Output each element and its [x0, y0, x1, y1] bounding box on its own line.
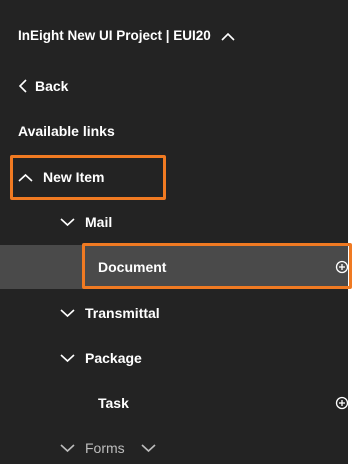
navigation-panel: InEight New UI Project | EUI20 Back Avai…: [0, 0, 348, 464]
back-label: Back: [35, 78, 69, 94]
nav-item-new-item[interactable]: New Item: [0, 155, 348, 199]
chevron-down-icon[interactable]: [60, 217, 75, 227]
nav-item-label: Forms: [85, 440, 125, 456]
project-header[interactable]: InEight New UI Project | EUI20: [0, 14, 348, 58]
nav-item-package[interactable]: Package: [0, 336, 348, 380]
project-title: InEight New UI Project | EUI20: [18, 28, 211, 44]
chevron-up-icon[interactable]: [221, 32, 235, 41]
chevron-down-icon[interactable]: [60, 353, 75, 363]
nav-item-forms[interactable]: Forms: [0, 426, 348, 464]
add-circle-icon[interactable]: [334, 260, 348, 274]
chevron-left-icon: [18, 79, 27, 93]
nav-item-task[interactable]: Task: [0, 381, 348, 425]
chevron-down-icon[interactable]: [141, 443, 156, 453]
nav-item-label: Task: [98, 395, 129, 411]
nav-item-mail[interactable]: Mail: [0, 200, 348, 244]
nav-item-label: Mail: [85, 214, 113, 230]
nav-item-label: Document: [98, 259, 167, 275]
chevron-up-icon[interactable]: [18, 173, 33, 182]
available-links-heading: Available links: [0, 109, 348, 153]
chevron-down-icon[interactable]: [60, 443, 75, 453]
nav-item-label: Transmittal: [85, 305, 160, 321]
add-circle-icon[interactable]: [334, 396, 348, 410]
nav-item-label: Package: [85, 350, 142, 366]
nav-item-label: New Item: [43, 169, 105, 185]
section-label: Available links: [18, 123, 115, 139]
chevron-down-icon[interactable]: [60, 308, 75, 318]
nav-item-transmittal[interactable]: Transmittal: [0, 291, 348, 335]
back-link[interactable]: Back: [0, 64, 348, 108]
nav-item-document[interactable]: Document: [0, 245, 348, 289]
